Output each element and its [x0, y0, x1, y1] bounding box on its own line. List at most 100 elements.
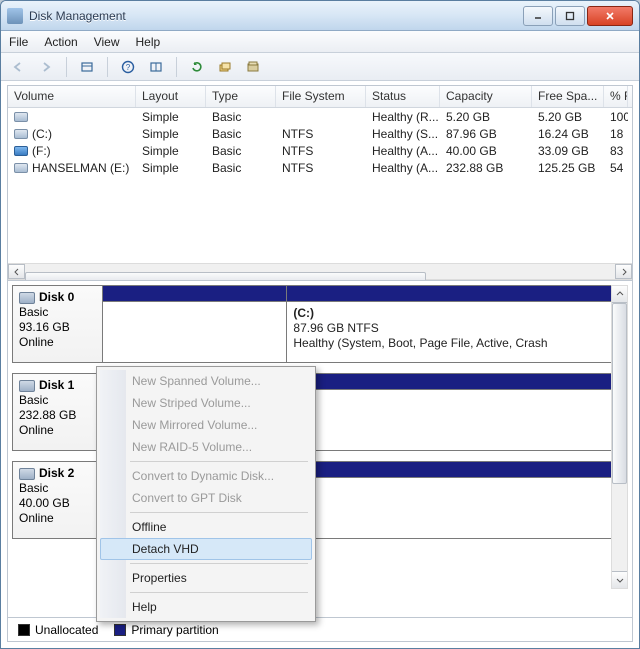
context-menu: New Spanned Volume... New Striped Volume… [96, 366, 316, 622]
vol-fs: NTFS [276, 144, 366, 158]
disk-management-window: Disk Management File Action View Help ? … [0, 0, 640, 649]
disk-info[interactable]: Disk 1 Basic 232.88 GB Online [13, 374, 103, 450]
menu-detach-vhd[interactable]: Detach VHD [100, 538, 312, 560]
vol-type: Basic [206, 127, 276, 141]
vol-capacity: 87.96 GB [440, 127, 532, 141]
col-volume[interactable]: Volume [8, 86, 136, 107]
menu-convert-dynamic[interactable]: Convert to Dynamic Disk... [100, 465, 312, 487]
menu-help[interactable]: Help [100, 596, 312, 618]
vol-free: 33.09 GB [532, 144, 604, 158]
show-hide-console-button[interactable] [76, 56, 98, 78]
disk-type: Basic [19, 305, 48, 319]
volume-row[interactable]: (F:) Simple Basic NTFS Healthy (A... 40.… [8, 142, 632, 159]
vol-pct: 18 [604, 127, 628, 141]
settings-button[interactable] [145, 56, 167, 78]
volume-row[interactable]: HANSELMAN (E:) Simple Basic NTFS Healthy… [8, 159, 632, 176]
vol-free: 5.20 GB [532, 110, 604, 124]
vol-status: Healthy (A... [366, 144, 440, 158]
app-icon [7, 8, 23, 24]
svg-text:?: ? [126, 63, 131, 72]
maximize-button[interactable] [555, 6, 585, 26]
toolbar-separator [176, 57, 177, 77]
col-free[interactable]: Free Spa... [532, 86, 604, 107]
scroll-right-button[interactable] [615, 264, 632, 279]
scroll-left-button[interactable] [8, 264, 25, 279]
col-pct[interactable]: % F [604, 86, 628, 107]
vol-layout: Simple [136, 127, 206, 141]
menu-new-raid5-volume[interactable]: New RAID-5 Volume... [100, 436, 312, 458]
vol-fs: NTFS [276, 127, 366, 141]
vertical-scrollbar[interactable] [611, 285, 628, 589]
volume-row[interactable]: (C:) Simple Basic NTFS Healthy (S... 87.… [8, 125, 632, 142]
col-filesystem[interactable]: File System [276, 86, 366, 107]
window-controls [521, 6, 633, 26]
refresh-button[interactable] [186, 56, 208, 78]
disk-size: 93.16 GB [19, 320, 70, 334]
menu-separator [130, 461, 308, 462]
col-type[interactable]: Type [206, 86, 276, 107]
menu-separator [130, 512, 308, 513]
vol-layout: Simple [136, 110, 206, 124]
rescan-disks-button[interactable] [214, 56, 236, 78]
col-status[interactable]: Status [366, 86, 440, 107]
volume-list[interactable]: Simple Basic Healthy (R... 5.20 GB 5.20 … [8, 108, 632, 263]
titlebar[interactable]: Disk Management [1, 1, 639, 31]
menu-action[interactable]: Action [44, 35, 77, 49]
volume-box[interactable]: (C:) 87.96 GB NTFS Healthy (System, Boot… [286, 286, 627, 362]
toolbar-separator [66, 57, 67, 77]
col-layout[interactable]: Layout [136, 86, 206, 107]
drive-icon [14, 112, 28, 122]
menu-separator [130, 563, 308, 564]
vol-free: 125.25 GB [532, 161, 604, 175]
help-button[interactable]: ? [117, 56, 139, 78]
menu-view[interactable]: View [94, 35, 120, 49]
menu-convert-gpt[interactable]: Convert to GPT Disk [100, 487, 312, 509]
vol-layout: Simple [136, 161, 206, 175]
menu-new-mirrored-volume[interactable]: New Mirrored Volume... [100, 414, 312, 436]
menu-properties[interactable]: Properties [100, 567, 312, 589]
col-capacity[interactable]: Capacity [440, 86, 532, 107]
disk-icon [19, 292, 35, 304]
menu-new-spanned-volume[interactable]: New Spanned Volume... [100, 370, 312, 392]
volume-row[interactable]: Simple Basic Healthy (R... 5.20 GB 5.20 … [8, 108, 632, 125]
swatch-unallocated [18, 624, 30, 636]
minimize-button[interactable] [523, 6, 553, 26]
scroll-thumb[interactable] [612, 303, 627, 484]
content-area: Volume Layout Type File System Status Ca… [7, 85, 633, 642]
menu-help[interactable]: Help [136, 35, 161, 49]
vol-capacity: 232.88 GB [440, 161, 532, 175]
vol-capacity: 40.00 GB [440, 144, 532, 158]
menubar: File Action View Help [1, 31, 639, 53]
close-button[interactable] [587, 6, 633, 26]
vol-pct: 54 [604, 161, 628, 175]
drive-icon [14, 146, 28, 156]
vol-pct: 100 [604, 110, 628, 124]
disk-info[interactable]: Disk 2 Basic 40.00 GB Online [13, 462, 103, 538]
disk-size: 232.88 GB [19, 408, 76, 422]
disk-state: Online [19, 423, 54, 437]
vol-name: (F:) [32, 144, 51, 158]
scroll-down-button[interactable] [612, 571, 627, 588]
volume-box[interactable] [103, 286, 286, 362]
menu-file[interactable]: File [9, 35, 28, 49]
disk-row[interactable]: Disk 0 Basic 93.16 GB Online (C:) 87.96 [12, 285, 628, 363]
volume-color-bar [287, 286, 627, 302]
more-actions-button[interactable] [242, 56, 264, 78]
back-button[interactable] [7, 56, 29, 78]
disk-label: Disk 1 [39, 378, 74, 392]
disk-icon [19, 468, 35, 480]
vol-status: Healthy (R... [366, 110, 440, 124]
disk-type: Basic [19, 393, 48, 407]
disk-info[interactable]: Disk 0 Basic 93.16 GB Online [13, 286, 103, 362]
toolbar: ? [1, 53, 639, 81]
vol-pct: 83 [604, 144, 628, 158]
vol-title: (C:) [293, 306, 314, 320]
scroll-up-button[interactable] [612, 286, 627, 303]
forward-button[interactable] [35, 56, 57, 78]
vol-free: 16.24 GB [532, 127, 604, 141]
menu-offline[interactable]: Offline [100, 516, 312, 538]
horizontal-scrollbar[interactable] [8, 263, 632, 280]
legend-unallocated: Unallocated [18, 623, 98, 637]
drive-icon [14, 163, 28, 173]
menu-new-striped-volume[interactable]: New Striped Volume... [100, 392, 312, 414]
